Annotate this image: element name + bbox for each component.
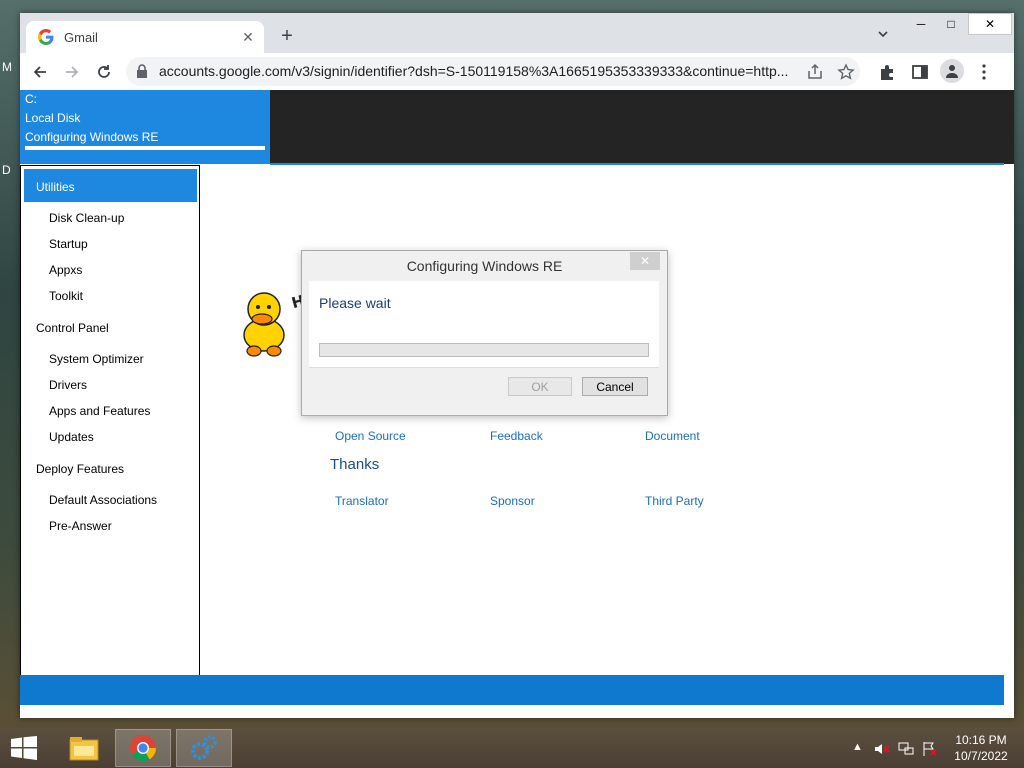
arrow-left-icon: [33, 66, 46, 78]
dialog-cancel-button[interactable]: Cancel: [582, 377, 648, 396]
share-icon[interactable]: [806, 63, 824, 81]
taskbar-file-explorer[interactable]: [56, 729, 112, 767]
sidebar-item-startup[interactable]: Startup: [49, 237, 88, 251]
profile-avatar[interactable]: [940, 59, 964, 83]
dialog-title: Configuring Windows RE: [406, 258, 563, 274]
sidebar-item-utilities[interactable]: Utilities: [36, 180, 75, 194]
taskbar-chrome[interactable]: [115, 729, 171, 767]
dialog-progress-bar: [319, 343, 649, 357]
address-bar[interactable]: accounts.google.com/v3/signin/identifier…: [126, 57, 860, 86]
browser-toolbar: accounts.google.com/v3/signin/identifier…: [20, 53, 1014, 91]
side-panel-icon[interactable]: [911, 63, 929, 81]
sidebar-item-apps-and-features[interactable]: Apps and Features: [49, 404, 150, 418]
tab-gmail[interactable]: Gmail ✕: [26, 21, 264, 53]
maximize-button[interactable]: □: [936, 13, 966, 35]
sidebar-item-disk-clean-up[interactable]: Disk Clean-up: [49, 211, 124, 225]
sidebar-nav: Utilities Disk Clean-up Startup Appxs To…: [20, 165, 200, 676]
taskbar-clock[interactable]: 10:16 PM 10/7/2022: [946, 732, 1016, 764]
footer-bar: [20, 675, 1004, 705]
clock-date: 10/7/2022: [954, 749, 1008, 763]
drive-letter: C:: [25, 92, 37, 106]
link-feedback[interactable]: Feedback: [490, 429, 543, 443]
dialog-close-button[interactable]: ✕: [630, 252, 660, 270]
link-document[interactable]: Document: [645, 429, 700, 443]
drive-name: Local Disk: [25, 111, 81, 125]
drive-status: Configuring Windows RE: [25, 130, 159, 144]
arrow-right-icon: [66, 66, 79, 78]
drive-progress-bar: [25, 146, 265, 150]
file-explorer-icon: [69, 737, 99, 761]
tray-overflow-icon[interactable]: ▲: [852, 741, 863, 753]
sidebar-item-toolkit[interactable]: Toolkit: [49, 289, 83, 303]
sidebar-item-appxs[interactable]: Appxs: [49, 263, 82, 277]
tab-search-chevron-icon[interactable]: [876, 27, 892, 43]
minimize-button[interactable]: ─: [906, 13, 936, 35]
settings-gears-icon: [191, 735, 217, 760]
action-center-flag-icon[interactable]: [922, 741, 938, 757]
extensions-puzzle-icon[interactable]: [878, 63, 896, 81]
link-translator[interactable]: Translator: [335, 494, 389, 508]
reload-button[interactable]: [91, 59, 117, 85]
main-content: Hi~ Open Source Feedback Document Thanks…: [200, 165, 1004, 674]
chrome-icon: [130, 735, 157, 762]
clock-time: 10:16 PM: [955, 733, 1007, 747]
sidebar-item-updates[interactable]: Updates: [49, 430, 94, 444]
sidebar-item-deploy-features[interactable]: Deploy Features: [36, 462, 124, 476]
drive-header: C: Local Disk Configuring Windows RE: [20, 90, 1014, 164]
link-third-party[interactable]: Third Party: [645, 494, 704, 508]
back-button[interactable]: [27, 59, 53, 85]
configuring-dialog: Configuring Windows RE ✕ Please wait OK …: [301, 250, 668, 416]
desktop-icon-label-d: D: [2, 163, 11, 177]
bookmark-star-icon[interactable]: [837, 63, 855, 81]
taskbar: ▲ 10:16 PM 10/7/2022: [0, 728, 1024, 768]
dialog-ok-button[interactable]: OK: [508, 377, 572, 396]
sidebar-item-system-optimizer[interactable]: System Optimizer: [49, 352, 144, 366]
tab-strip: Gmail ✕ + ─ □ ✕: [20, 13, 1014, 53]
dialog-message: Please wait: [319, 295, 391, 311]
taskbar-settings-app[interactable]: [176, 729, 232, 767]
forward-button[interactable]: [59, 59, 85, 85]
drive-tile-c[interactable]: C: Local Disk Configuring Windows RE: [20, 90, 270, 164]
windows-start-icon[interactable]: [10, 736, 38, 760]
reload-icon: [98, 65, 110, 78]
google-g-icon: [38, 29, 54, 45]
tab-title: Gmail: [64, 29, 98, 45]
person-icon: [946, 65, 958, 78]
desktop-icon-label-m: M: [2, 60, 12, 74]
new-tab-button[interactable]: +: [276, 25, 298, 47]
sidebar-item-default-associations[interactable]: Default Associations: [49, 493, 157, 507]
link-open-source[interactable]: Open Source: [335, 429, 406, 443]
url-text: accounts.google.com/v3/signin/identifier…: [159, 63, 789, 79]
sidebar-item-pre-answer[interactable]: Pre-Answer: [49, 519, 112, 533]
kebab-menu-icon[interactable]: [975, 63, 993, 81]
link-sponsor[interactable]: Sponsor: [490, 494, 535, 508]
sidebar-item-control-panel[interactable]: Control Panel: [36, 321, 109, 335]
thanks-heading: Thanks: [330, 456, 380, 473]
tab-close-icon[interactable]: ✕: [238, 27, 258, 47]
dialog-body: Please wait: [309, 281, 659, 368]
lock-icon: [137, 64, 147, 78]
close-window-button[interactable]: ✕: [968, 13, 1012, 35]
network-icon[interactable]: [898, 741, 914, 757]
sidebar-item-drivers[interactable]: Drivers: [49, 378, 87, 392]
volume-muted-icon[interactable]: [874, 741, 890, 757]
